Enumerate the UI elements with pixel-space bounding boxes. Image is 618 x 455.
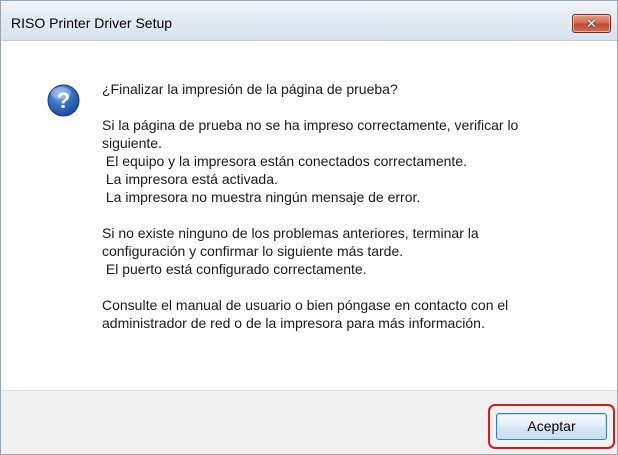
message-line: El puerto está configurado correctamente… bbox=[102, 261, 367, 277]
window-title: RISO Printer Driver Setup bbox=[11, 15, 173, 31]
message-line: La impresora está activada. bbox=[102, 171, 278, 187]
question-icon: ? bbox=[47, 84, 80, 117]
close-button[interactable]: ✕ bbox=[572, 14, 611, 33]
message-line: El equipo y la impresora están conectado… bbox=[102, 153, 467, 169]
title-bar[interactable]: RISO Printer Driver Setup ✕ bbox=[1, 1, 617, 41]
ok-button[interactable]: Aceptar bbox=[496, 413, 607, 440]
dialog-content: ? ¿Finalizar la impresión de la página d… bbox=[1, 41, 617, 390]
message-line: Si no existe ninguno de los problemas an… bbox=[102, 225, 479, 241]
close-icon: ✕ bbox=[586, 16, 597, 31]
message-line: administrador de red o de la impresora p… bbox=[102, 315, 485, 331]
message-line: Consulte el manual de usuario o bien pón… bbox=[102, 297, 509, 313]
highlight-box: Aceptar bbox=[488, 404, 615, 449]
dialog-window: RISO Printer Driver Setup ✕ ? ¿Finalizar… bbox=[0, 0, 618, 455]
question-text: ¿Finalizar la impresión de la página de … bbox=[102, 81, 398, 97]
message-line: La impresora no muestra ningún mensaje d… bbox=[102, 189, 421, 205]
message-text: ¿Finalizar la impresión de la página de … bbox=[102, 80, 582, 332]
message-line: siguiente. bbox=[102, 135, 162, 151]
button-bar: Aceptar bbox=[1, 390, 617, 454]
message-line: configuración y confirmar lo siguiente m… bbox=[102, 243, 404, 259]
message-line: Si la página de prueba no se ha impreso … bbox=[102, 117, 519, 133]
svg-text:?: ? bbox=[57, 88, 70, 113]
